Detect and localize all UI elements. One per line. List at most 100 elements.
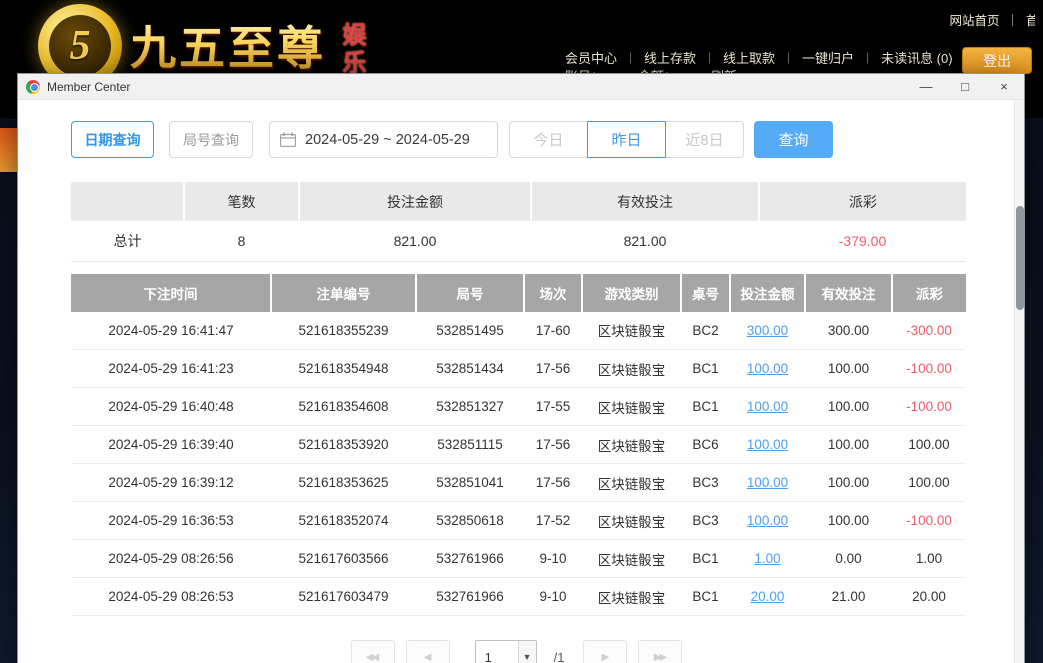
first-page-button[interactable]: ◀◀ (351, 640, 395, 663)
quick-date-group: 今日 昨日 近8日 (509, 121, 744, 158)
session: 17-56 (524, 426, 582, 464)
yesterday-button[interactable]: 昨日 (587, 121, 666, 158)
separator: ｜ (862, 50, 873, 66)
order-id: 521617603479 (271, 578, 416, 616)
table-row: 2024-05-29 16:41:47521618355239532851495… (71, 312, 966, 350)
separator: ｜ (625, 50, 636, 66)
nav-link[interactable]: 线上存款 (644, 48, 696, 67)
bet-time: 2024-05-29 16:40:48 (71, 388, 271, 426)
next-page-button[interactable]: ▶ (583, 640, 627, 663)
table-no: BC3 (681, 502, 730, 540)
valid-bet: 300.00 (805, 312, 892, 350)
bet-amount[interactable]: 100.00 (730, 464, 805, 502)
prev-page-button[interactable]: ◀ (406, 640, 450, 663)
order-id: 521618354948 (271, 350, 416, 388)
top-utility-nav: 网站首页 ｜ 首 (949, 10, 1035, 29)
table-no: BC1 (681, 350, 730, 388)
clipped-link[interactable]: 首 (1026, 10, 1035, 29)
dropdown-caret-icon: ▼ (518, 641, 536, 663)
nav-link[interactable]: 会员中心 (565, 48, 617, 67)
minimize-button[interactable]: — (916, 77, 936, 97)
table-row: 2024-05-29 08:26:53521617603479532761966… (71, 578, 966, 616)
bet-amount[interactable]: 100.00 (730, 502, 805, 540)
table-row: 2024-05-29 08:26:56521617603566532761966… (71, 540, 966, 578)
banner-edge (0, 128, 17, 172)
round-id: 532850618 (416, 502, 524, 540)
search-button[interactable]: 查询 (754, 121, 833, 158)
close-button[interactable]: × (994, 77, 1014, 97)
order-id: 521618352074 (271, 502, 416, 540)
total-count: 8 (184, 221, 299, 261)
round-id: 532851041 (416, 464, 524, 502)
separator: ｜ (704, 50, 715, 66)
summary-header-row: 笔数 投注金额 有效投注 派彩 (71, 182, 966, 221)
today-button[interactable]: 今日 (509, 121, 588, 158)
round-id: 532761966 (416, 540, 524, 578)
round-id: 532851327 (416, 388, 524, 426)
page-select[interactable]: 1 ▼ (475, 640, 537, 663)
order-id: 521618354608 (271, 388, 416, 426)
table-row: 2024-05-29 16:39:12521618353625532851041… (71, 464, 966, 502)
separator: ｜ (1006, 10, 1019, 29)
bet-time: 2024-05-29 16:39:12 (71, 464, 271, 502)
bet-amount[interactable]: 100.00 (730, 426, 805, 464)
payout: -100.00 (892, 350, 966, 388)
table-row: 2024-05-29 16:40:48521618354608532851327… (71, 388, 966, 426)
scrollbar-track[interactable] (1014, 100, 1024, 663)
payout: 1.00 (892, 540, 966, 578)
bet-amount[interactable]: 100.00 (730, 350, 805, 388)
column-header: 投注金额 (730, 274, 805, 312)
tab-round-query[interactable]: 局号查询 (169, 121, 253, 158)
table-no: BC6 (681, 426, 730, 464)
logout-button[interactable]: 登出 (962, 47, 1032, 74)
page-select-value: 1 (476, 650, 518, 663)
empty-header (71, 182, 184, 221)
date-range-picker[interactable]: 2024-05-29 ~ 2024-05-29 (269, 121, 498, 158)
site-title: 九五至尊 (130, 12, 326, 78)
nav-link[interactable]: 一键归户 (802, 48, 854, 67)
table-row: 2024-05-29 16:41:23521618354948532851434… (71, 350, 966, 388)
total-label: 总计 (71, 221, 184, 261)
window-controls: — □ × (916, 77, 1018, 97)
game-type: 区块链骰宝 (582, 464, 681, 502)
round-id: 532851495 (416, 312, 524, 350)
total-bet: 821.00 (299, 221, 531, 261)
page-total: /1 (554, 650, 565, 663)
bet-amount-header: 投注金额 (299, 182, 531, 221)
total-valid: 821.00 (531, 221, 759, 261)
session: 17-56 (524, 350, 582, 388)
maximize-button[interactable]: □ (955, 77, 975, 97)
home-link[interactable]: 网站首页 (949, 10, 999, 29)
bet-amount[interactable]: 20.00 (730, 578, 805, 616)
bet-amount[interactable]: 300.00 (730, 312, 805, 350)
column-header: 局号 (416, 274, 524, 312)
order-id: 521617603566 (271, 540, 416, 578)
bet-time: 2024-05-29 16:36:53 (71, 502, 271, 540)
nav-link[interactable]: 未读讯息 (0) (881, 48, 953, 67)
valid-bet: 100.00 (805, 464, 892, 502)
payout: 20.00 (892, 578, 966, 616)
tab-date-query[interactable]: 日期查询 (71, 121, 154, 158)
payout: -100.00 (892, 502, 966, 540)
payout: -300.00 (892, 312, 966, 350)
game-type: 区块链骰宝 (582, 388, 681, 426)
window-content: 日期查询 局号查询 2024-05-29 ~ 2024-05-29 今日 昨日 … (18, 100, 1024, 663)
count-header: 笔数 (184, 182, 299, 221)
scrollbar-thumb[interactable] (1016, 206, 1024, 310)
session: 9-10 (524, 540, 582, 578)
game-type: 区块链骰宝 (582, 502, 681, 540)
round-id: 532851115 (416, 426, 524, 464)
nav-link[interactable]: 线上取款 (723, 48, 775, 67)
bet-amount[interactable]: 1.00 (730, 540, 805, 578)
valid-bet: 100.00 (805, 502, 892, 540)
game-type: 区块链骰宝 (582, 426, 681, 464)
bet-amount[interactable]: 100.00 (730, 388, 805, 426)
last-page-button[interactable]: ▶▶ (638, 640, 682, 663)
game-type: 区块链骰宝 (582, 578, 681, 616)
session: 9-10 (524, 578, 582, 616)
window-titlebar[interactable]: Member Center — □ × (18, 74, 1024, 100)
payout: 100.00 (892, 426, 966, 464)
pagination: ◀◀ ◀ 1 ▼ /1 ▶ ▶▶ (71, 640, 962, 663)
last-8-days-button[interactable]: 近8日 (665, 121, 744, 158)
member-center-window: Member Center — □ × 日期查询 局号查询 2024-05-29… (17, 73, 1025, 663)
